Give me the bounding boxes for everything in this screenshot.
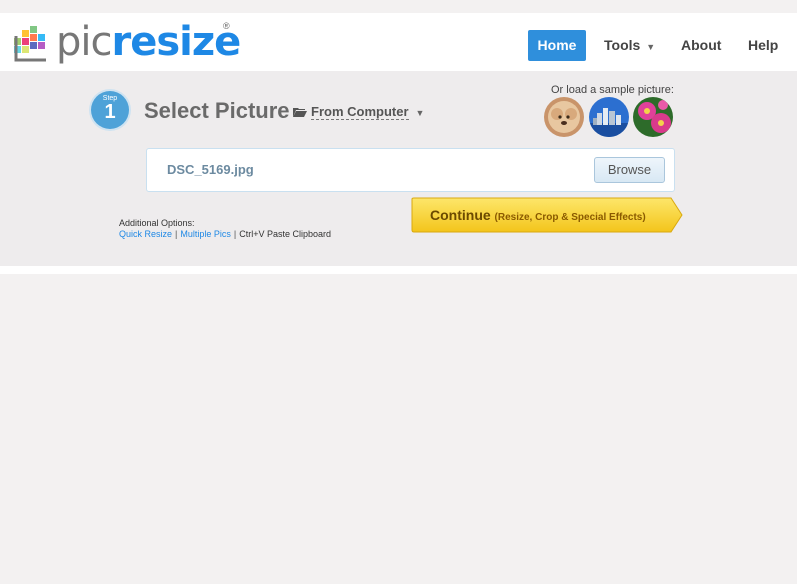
sample-label: Or load a sample picture: — [551, 84, 674, 96]
content-area — [0, 274, 797, 584]
selected-file-name: DSC_5169.jpg — [167, 162, 254, 177]
sample-city-thumbnail[interactable] — [589, 97, 629, 137]
chevron-down-icon: ▼ — [646, 42, 656, 52]
nav-home[interactable]: Home — [528, 30, 586, 61]
continue-label: Continue (Resize, Crop & Special Effects… — [430, 207, 646, 223]
site-header: picresize ® Home Tools ▼ About Help — [0, 13, 797, 71]
continue-button[interactable]: Continue (Resize, Crop & Special Effects… — [411, 197, 683, 233]
multiple-pics-link[interactable]: Multiple Pics — [180, 229, 231, 239]
options-heading: Additional Options: — [119, 218, 195, 228]
options-links: Quick Resize | Multiple Pics | Ctrl+V Paste … — [119, 229, 331, 240]
file-input-box[interactable]: DSC_5169.jpg Browse — [146, 148, 675, 192]
nav-tools[interactable]: Tools ▼ — [604, 30, 655, 61]
step-number: 1 — [104, 101, 116, 123]
logo-mosaic-icon — [14, 26, 46, 62]
logo-text-resize: resize — [111, 19, 242, 65]
source-label: From Computer — [311, 104, 409, 120]
browse-button[interactable]: Browse — [594, 157, 665, 183]
chevron-down-icon: ▼ — [415, 108, 425, 118]
options-separator: | — [175, 229, 178, 239]
sample-flowers-thumbnail[interactable] — [633, 97, 673, 137]
additional-options: Additional Options: Quick Resize | Multipl… — [119, 218, 331, 240]
site-logo[interactable]: picresize ® — [12, 19, 241, 66]
upload-panel: Step 1 Select Picture From Computer ▼ Or … — [0, 71, 797, 266]
nav-about[interactable]: About — [681, 30, 721, 61]
page-title: Select Picture — [144, 98, 290, 123]
options-separator: | — [233, 229, 237, 239]
section-divider — [0, 266, 797, 274]
folder-icon — [293, 108, 307, 117]
top-strip — [0, 0, 797, 13]
source-dropdown[interactable]: From Computer ▼ — [293, 104, 425, 120]
sample-dog-thumbnail[interactable] — [544, 97, 584, 137]
nav-help[interactable]: Help — [748, 30, 778, 61]
continue-main-text: Continue — [430, 207, 491, 223]
clipboard-paste-hint: Ctrl+V Paste Clipboard — [239, 229, 332, 239]
step-badge: Step 1 — [91, 91, 129, 129]
logo-wordmark: picresize — [56, 18, 242, 66]
nav-tools-label: Tools — [604, 37, 641, 53]
registered-mark: ® — [223, 21, 230, 31]
quick-resize-link[interactable]: Quick Resize — [119, 229, 172, 239]
logo-text-pic: pic — [56, 19, 112, 65]
continue-sub-text: (Resize, Crop & Special Effects) — [494, 212, 646, 223]
